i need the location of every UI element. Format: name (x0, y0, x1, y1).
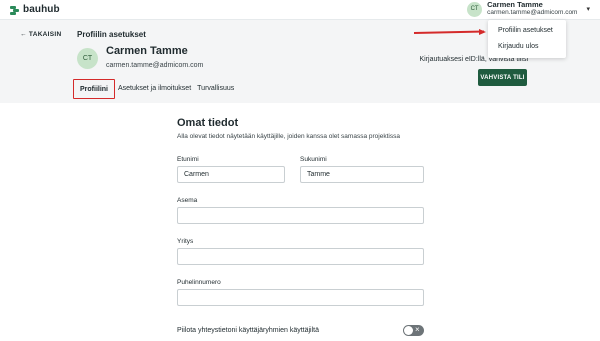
close-icon: × (415, 325, 420, 334)
user-email: carmen.tamme@admicom.com (487, 9, 578, 16)
profile-name: Carmen Tamme (106, 45, 188, 57)
phone-label: Puhelinnumero (177, 279, 221, 286)
profile-tabs: Profiilini Asetukset ja ilmoitukset Turv… (73, 79, 237, 99)
back-link[interactable]: ← TAKAISIN (20, 31, 62, 38)
user-name: Carmen Tamme (487, 0, 543, 9)
hide-contact-toggle[interactable]: × (403, 325, 424, 336)
chevron-down-icon: ▾ (586, 6, 590, 13)
annotation-arrow-head (479, 29, 486, 35)
last-name-field[interactable]: Tamme (300, 166, 424, 183)
menu-item-profile-settings[interactable]: Profiilin asetukset (488, 23, 566, 39)
last-name-label: Sukunimi (300, 156, 327, 163)
user-menu-toggle[interactable]: CT Carmen Tamme carmen.tamme@admicom.com… (467, 1, 590, 17)
first-name-label: Etunimi (177, 156, 199, 163)
position-label: Asema (177, 197, 198, 204)
user-dropdown-menu: Profiilin asetukset Kirjaudu ulos (488, 20, 566, 58)
top-bar: bauhub CT Carmen Tamme carmen.tamme@admi… (0, 0, 600, 20)
tab-settings-notifications[interactable]: Asetukset ja ilmoitukset (115, 79, 194, 99)
company-field[interactable] (177, 248, 424, 265)
section-title: Omat tiedot (177, 117, 239, 129)
menu-item-logout[interactable]: Kirjaudu ulos (488, 39, 566, 55)
first-name-field[interactable]: Carmen (177, 166, 285, 183)
avatar: CT (467, 1, 483, 17)
tab-security[interactable]: Turvallisuus (194, 79, 237, 99)
profile-avatar: CT (77, 48, 98, 69)
bauhub-logo-icon (10, 5, 20, 15)
verify-account-button[interactable]: VAHVISTA TILI (478, 69, 527, 86)
brand-name: bauhub (23, 4, 60, 15)
profile-email: carmen.tamme@admicom.com (106, 62, 204, 69)
phone-field[interactable] (177, 289, 424, 306)
tab-profile[interactable]: Profiilini (73, 79, 115, 99)
company-label: Yritys (177, 238, 194, 245)
page-title: Profiilin asetukset (77, 30, 146, 39)
toggle-knob (404, 326, 413, 335)
section-description: Alla olevat tiedot näytetään käyttäjille… (177, 133, 400, 140)
hide-contact-toggle-label: Piilota yhteystietoni käyttäjäryhmien kä… (177, 327, 320, 334)
position-field[interactable] (177, 207, 424, 224)
bauhub-logo[interactable]: bauhub (10, 4, 60, 15)
